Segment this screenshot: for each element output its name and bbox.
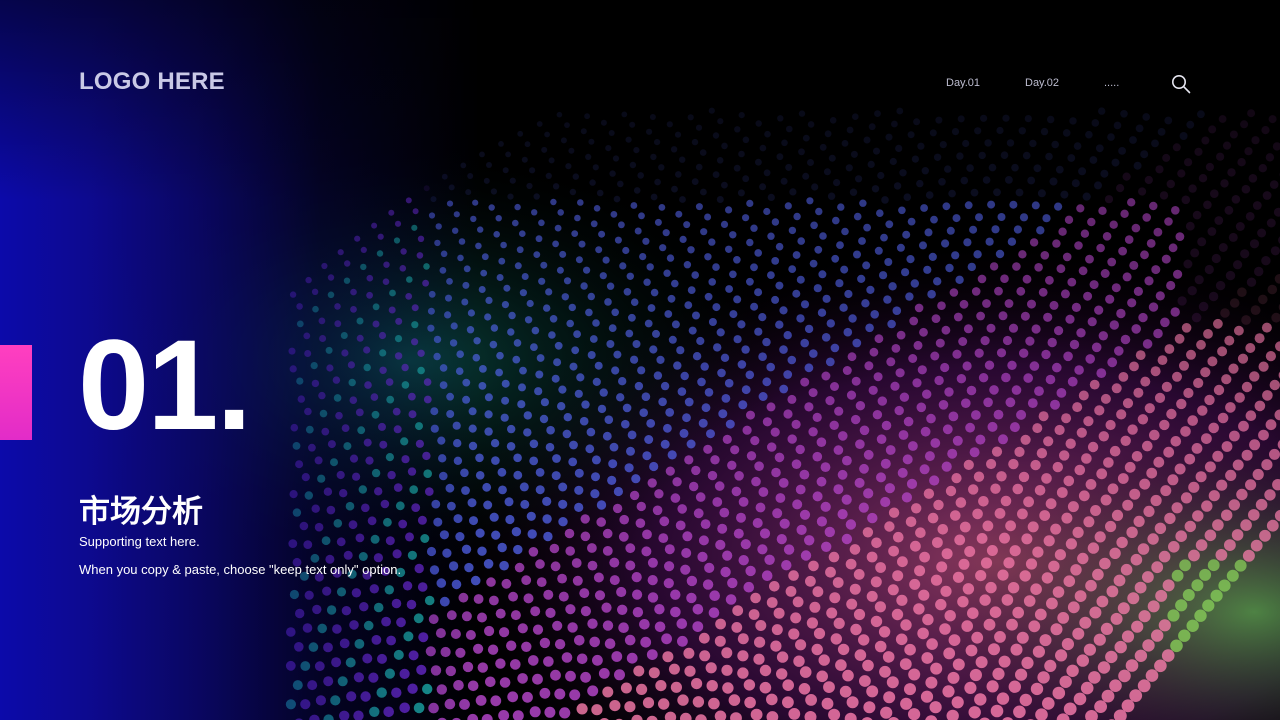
section-title: 市场分析 bbox=[79, 494, 203, 530]
nav-item-day02[interactable]: Day.02 bbox=[1025, 77, 1059, 89]
supporting-text-line-1: Supporting text here. bbox=[79, 534, 200, 549]
slide: LOGO HERE Day.01 Day.02 ..... 01. 市场分析 S… bbox=[0, 0, 1280, 720]
section-number: 01. bbox=[78, 314, 252, 457]
accent-bar bbox=[0, 345, 32, 440]
nav-item-more[interactable]: ..... bbox=[1104, 77, 1119, 89]
supporting-text-line-2: When you copy & paste, choose "keep text… bbox=[79, 562, 402, 577]
top-nav: Day.01 Day.02 ..... bbox=[0, 73, 1280, 95]
nav-item-day01[interactable]: Day.01 bbox=[946, 77, 980, 89]
search-icon[interactable] bbox=[1170, 73, 1192, 95]
